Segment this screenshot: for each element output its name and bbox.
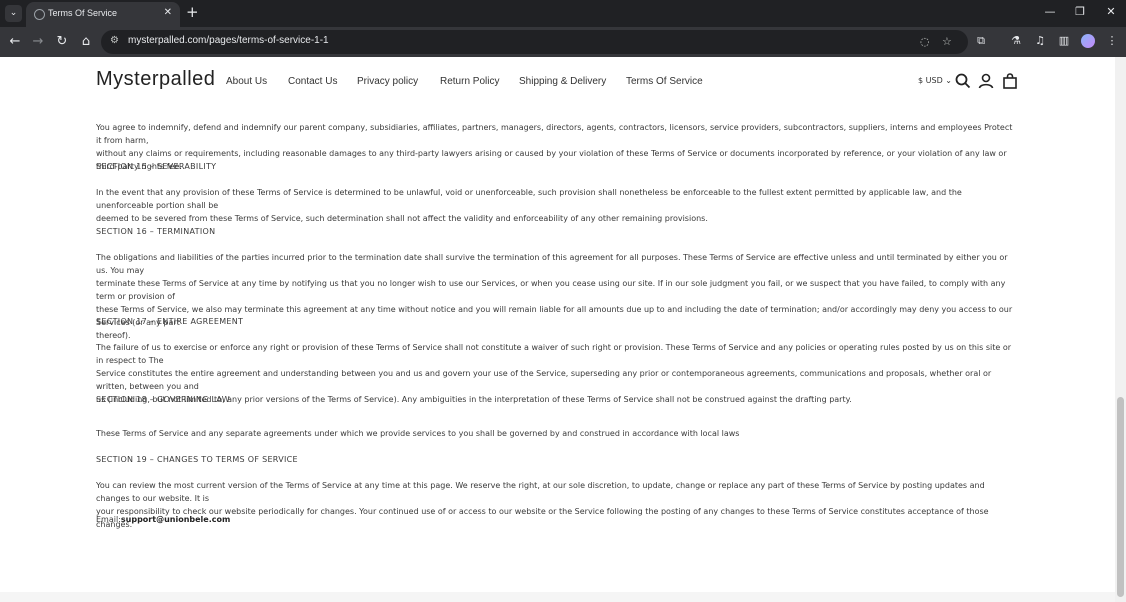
tab-search-icon[interactable]: ⌄ [5, 5, 22, 22]
browser-tab[interactable]: Terms Of Service ✕ [26, 2, 180, 27]
page-bottom [0, 592, 1115, 602]
nav-privacy-policy[interactable]: Privacy policy [357, 76, 418, 87]
email-link[interactable]: support@unionbele.com [121, 515, 230, 524]
star-icon[interactable]: ☆ [942, 35, 952, 48]
section-16-heading: SECTION 16 – TERMINATION [96, 227, 216, 236]
text-line: You can review the most current version … [96, 481, 985, 503]
minimize-icon[interactable]: — [1043, 5, 1057, 18]
back-icon[interactable]: ← [6, 33, 24, 51]
text-line: without any claims or requirements, incl… [96, 149, 1007, 171]
nav-shipping-delivery[interactable]: Shipping & Delivery [519, 76, 606, 87]
text-line: Service constitutes the entire agreement… [96, 369, 992, 391]
paragraph-governing-law: These Terms of Service and any separate … [96, 429, 740, 438]
scrollbar[interactable] [1115, 57, 1126, 602]
sidebar-icon[interactable]: ▥ [1056, 34, 1072, 47]
nav-return-policy[interactable]: Return Policy [440, 76, 499, 87]
address-bar[interactable]: ⚙ mysterpalled.com/pages/terms-of-servic… [101, 30, 968, 54]
paragraph-severability: In the event that any provision of these… [96, 186, 1020, 225]
text-line: deemed to be severed from these Terms of… [96, 214, 708, 223]
url-text[interactable]: mysterpalled.com/pages/terms-of-service-… [128, 35, 329, 46]
contact-email: Email:support@unionbele.com [96, 513, 1020, 526]
labs-icon[interactable]: ⚗ [1008, 34, 1024, 47]
reload-icon[interactable]: ↻ [53, 33, 71, 51]
text-line: The failure of us to exercise or enforce… [96, 343, 1012, 365]
browser-tabstrip: ⌄ Terms Of Service ✕ + — ❐ ✕ [0, 0, 1126, 27]
new-tab-icon[interactable]: + [186, 4, 199, 21]
currency-selector[interactable]: $ USD ⌄ [918, 76, 952, 85]
close-icon[interactable]: ✕ [164, 7, 172, 18]
site-info-icon[interactable]: ⚙ [110, 35, 119, 46]
cart-icon[interactable] [1002, 73, 1018, 89]
close-window-icon[interactable]: ✕ [1104, 5, 1118, 18]
media-icon[interactable]: ♫ [1032, 34, 1048, 47]
nav-contact-us[interactable]: Contact Us [288, 76, 337, 87]
text-line: You agree to indemnify, defend and indem… [96, 123, 1013, 145]
section-17-heading: SECTION 17 – ENTIRE AGREEMENT [96, 317, 244, 326]
paragraph-entire-agreement: The failure of us to exercise or enforce… [96, 341, 1020, 406]
menu-icon[interactable]: ⋮ [1104, 34, 1120, 47]
nav-about-us[interactable]: About Us [226, 76, 267, 87]
tab-favicon [34, 9, 45, 20]
chevron-down-icon: ⌄ [945, 76, 952, 85]
paragraph-termination: The obligations and liabilities of the p… [96, 251, 1020, 342]
home-icon[interactable]: ⌂ [77, 33, 95, 51]
site-header: Mysterpalled About Us Contact Us Privacy… [0, 57, 1115, 105]
extensions-icon[interactable]: ⧉ [973, 34, 989, 48]
section-19-heading: SECTION 19 – CHANGES TO TERMS OF SERVICE [96, 455, 298, 464]
browser-toolbar: ← → ↻ ⌂ ⚙ mysterpalled.com/pages/terms-o… [0, 27, 1126, 57]
brand-logo[interactable]: Mysterpalled [96, 68, 215, 91]
maximize-icon[interactable]: ❐ [1073, 5, 1087, 18]
text-line: The obligations and liabilities of the p… [96, 253, 1008, 275]
forward-icon[interactable]: → [29, 33, 47, 51]
account-icon[interactable] [978, 73, 994, 89]
section-15-heading: SECTION 15 – SEVERABILITY [96, 162, 217, 171]
text-line: In the event that any provision of these… [96, 188, 962, 210]
avatar[interactable] [1081, 34, 1095, 48]
scrollbar-thumb[interactable] [1117, 397, 1124, 597]
email-label: Email: [96, 515, 121, 524]
search-icon[interactable] [955, 73, 971, 89]
eye-off-icon[interactable]: ◌ [920, 35, 930, 48]
text-line: terminate these Terms of Service at any … [96, 279, 1006, 301]
paragraph-indemnification: You agree to indemnify, defend and indem… [96, 121, 1020, 173]
tab-title: Terms Of Service [48, 8, 118, 18]
section-18-heading: SECTION 18 – GOVERNING LAW [96, 395, 230, 404]
nav-terms-of-service[interactable]: Terms Of Service [626, 76, 703, 87]
text-line: us (including, but not limited to, any p… [96, 395, 852, 404]
currency-label: $ USD [918, 76, 943, 85]
